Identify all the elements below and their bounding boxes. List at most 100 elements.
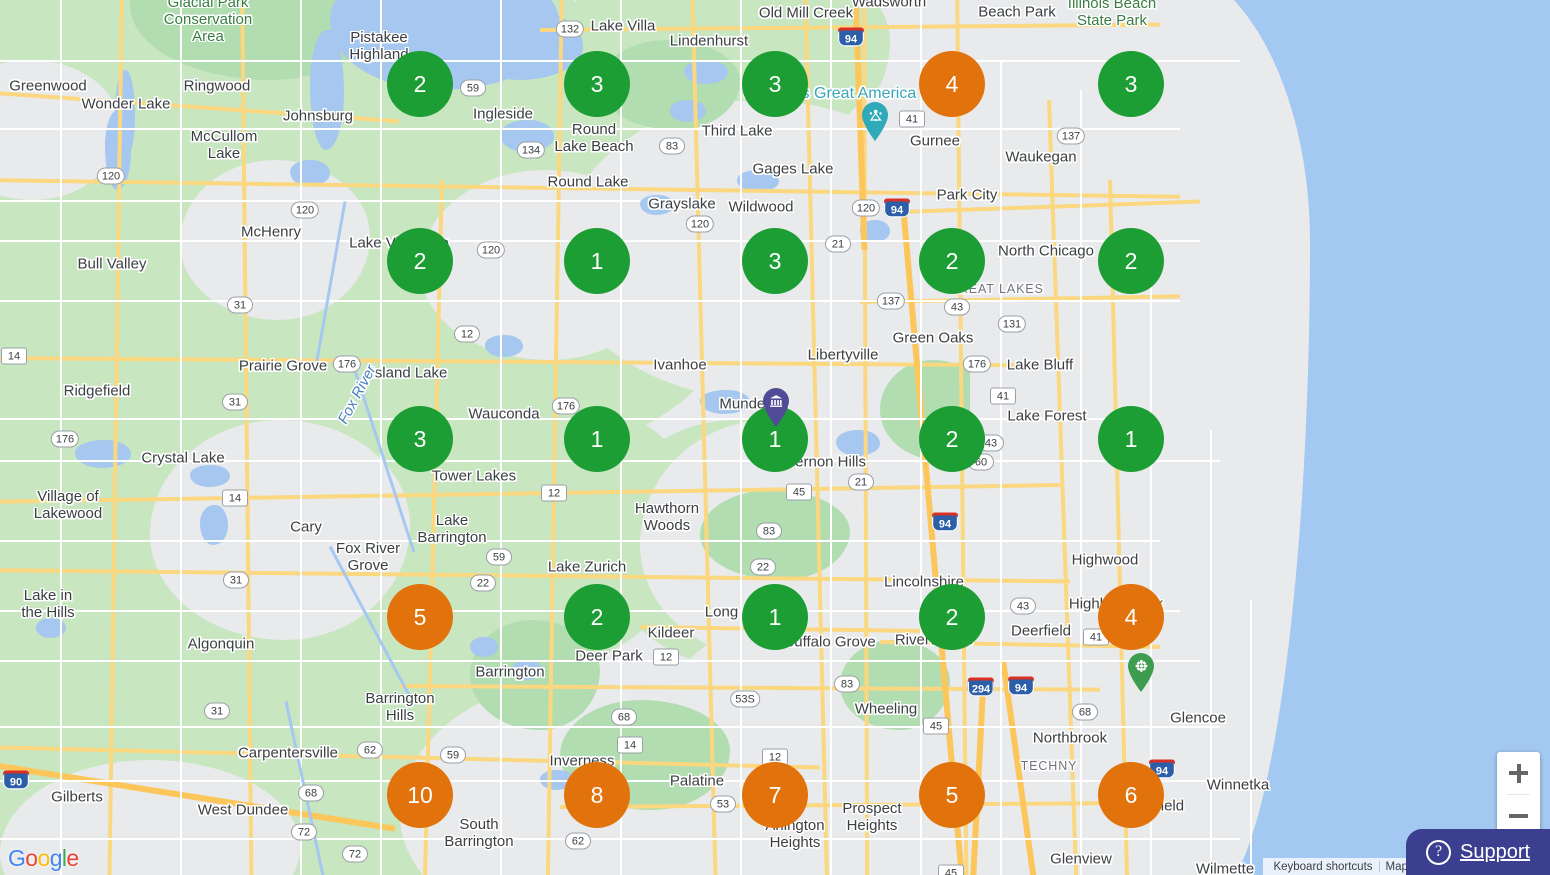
lake (684, 60, 728, 84)
google-logo[interactable]: Google (8, 845, 79, 872)
bank-building-icon (763, 388, 789, 427)
local-road (0, 726, 1220, 728)
highway-shield-132: 132 (555, 20, 585, 38)
highway-shield-14: 14 (1, 347, 27, 365)
highway-shield-12: 12 (653, 648, 679, 666)
cluster-marker[interactable]: 3 (742, 228, 808, 294)
lake (700, 390, 750, 414)
highway-shield-94: 94 (932, 512, 958, 532)
highway-shield-72: 72 (342, 845, 368, 863)
local-road (180, 0, 182, 875)
local-road (1210, 430, 1212, 875)
local-road (0, 128, 1180, 130)
highway-shield-14: 14 (617, 736, 643, 754)
cluster-marker[interactable]: 3 (742, 51, 808, 117)
lake (75, 440, 131, 468)
highway-shield-53: 53 (710, 795, 736, 813)
cluster-marker[interactable]: 2 (1098, 228, 1164, 294)
cluster-marker[interactable]: 8 (564, 762, 630, 828)
zoom-in-button[interactable] (1497, 752, 1540, 794)
support-label: Support (1460, 840, 1531, 863)
local-road (1080, 90, 1082, 875)
highway-shield-62: 62 (565, 832, 591, 850)
local-road (0, 200, 640, 202)
highway-shield-83: 83 (659, 137, 685, 155)
six-flags-pin[interactable] (860, 100, 890, 142)
plus-icon (1509, 763, 1528, 783)
highway-shield-41: 41 (990, 387, 1016, 405)
local-road (0, 540, 1160, 542)
cluster-marker[interactable]: 1 (564, 406, 630, 472)
lake (310, 30, 344, 150)
cluster-marker[interactable]: 4 (919, 51, 985, 117)
highway-shield-94: 94 (884, 198, 910, 218)
map-canvas[interactable]: 132 94 59 41 137 134 83 120 120 94 120 120 120 21 137 4… (0, 0, 1550, 875)
cluster-marker[interactable]: 2 (387, 228, 453, 294)
highway-shield-41: 41 (899, 110, 925, 128)
highway-shield-68: 68 (611, 708, 637, 726)
lake (640, 195, 674, 215)
cluster-marker[interactable]: 1 (742, 584, 808, 650)
highway-shield-176: 176 (962, 355, 992, 373)
flower-icon (1128, 653, 1154, 692)
highway-shield-12: 12 (454, 325, 480, 343)
lake (670, 100, 706, 122)
support-button[interactable]: ? Support (1406, 829, 1550, 875)
cluster-marker[interactable]: 2 (919, 228, 985, 294)
cluster-marker[interactable]: 6 (1098, 762, 1164, 828)
keyboard-shortcuts-button[interactable]: Keyboard shortcuts (1267, 861, 1378, 873)
cluster-marker[interactable]: 4 (1098, 584, 1164, 650)
highway-shield-43: 43 (1010, 597, 1036, 615)
cluster-marker[interactable]: 1 (564, 228, 630, 294)
cluster-marker[interactable]: 3 (1098, 51, 1164, 117)
highway-shield-22: 22 (750, 558, 776, 576)
cluster-marker[interactable]: 2 (919, 406, 985, 472)
highway-shield-90: 90 (3, 770, 29, 790)
cluster-marker[interactable]: 5 (919, 762, 985, 828)
highway-shield-22: 22 (470, 574, 496, 592)
cluster-marker[interactable]: 10 (387, 762, 453, 828)
local-road (1000, 60, 1002, 875)
selected-location-pin[interactable] (761, 386, 791, 428)
highway-shield-94: 94 (838, 27, 864, 47)
minus-icon (1509, 807, 1528, 826)
highway-shield-83: 83 (756, 522, 782, 540)
logo-letter-o2: o (37, 845, 51, 871)
highway-shield-43: 43 (944, 298, 970, 316)
cluster-marker[interactable]: 1 (1098, 406, 1164, 472)
cluster-marker[interactable]: 5 (387, 584, 453, 650)
highway-shield-59: 59 (440, 746, 466, 764)
highway-shield-31: 31 (223, 571, 249, 589)
cluster-marker[interactable]: 2 (919, 584, 985, 650)
highway-shield-68: 68 (1072, 703, 1098, 721)
logo-letter-o1: o (25, 845, 38, 871)
cluster-marker[interactable]: 2 (387, 51, 453, 117)
local-road (1250, 600, 1252, 875)
cluster-marker[interactable]: 7 (742, 762, 808, 828)
highway-shield-131: 131 (997, 315, 1027, 333)
highway-shield-68: 68 (298, 784, 324, 802)
lake (200, 505, 228, 545)
highway-shield-21: 21 (825, 235, 851, 253)
zoom-controls[interactable] (1497, 752, 1540, 837)
cluster-marker[interactable]: 2 (564, 584, 630, 650)
highway-shield-120: 120 (290, 201, 320, 219)
highway-shield-294: 294 (967, 677, 995, 697)
highway-shield-120: 120 (476, 241, 506, 259)
highway-shield-53S: 53S (730, 690, 760, 708)
highway-shield-45: 45 (938, 864, 964, 875)
highway-shield-59: 59 (486, 548, 512, 566)
cluster-marker[interactable]: 3 (387, 406, 453, 472)
highway-shield-83: 83 (834, 675, 860, 693)
logo-letter-e: e (66, 845, 79, 871)
lake (485, 335, 523, 357)
botanic-garden-pin[interactable] (1126, 651, 1156, 693)
highway-shield-94: 94 (1008, 676, 1034, 696)
local-road (300, 0, 302, 875)
highway-shield-176: 176 (332, 355, 362, 373)
highway-shield-137: 137 (876, 292, 906, 310)
lake (512, 660, 542, 680)
cluster-marker[interactable]: 3 (564, 51, 630, 117)
highway-shield-62: 62 (357, 741, 383, 759)
highway-shield-176: 176 (50, 430, 80, 448)
